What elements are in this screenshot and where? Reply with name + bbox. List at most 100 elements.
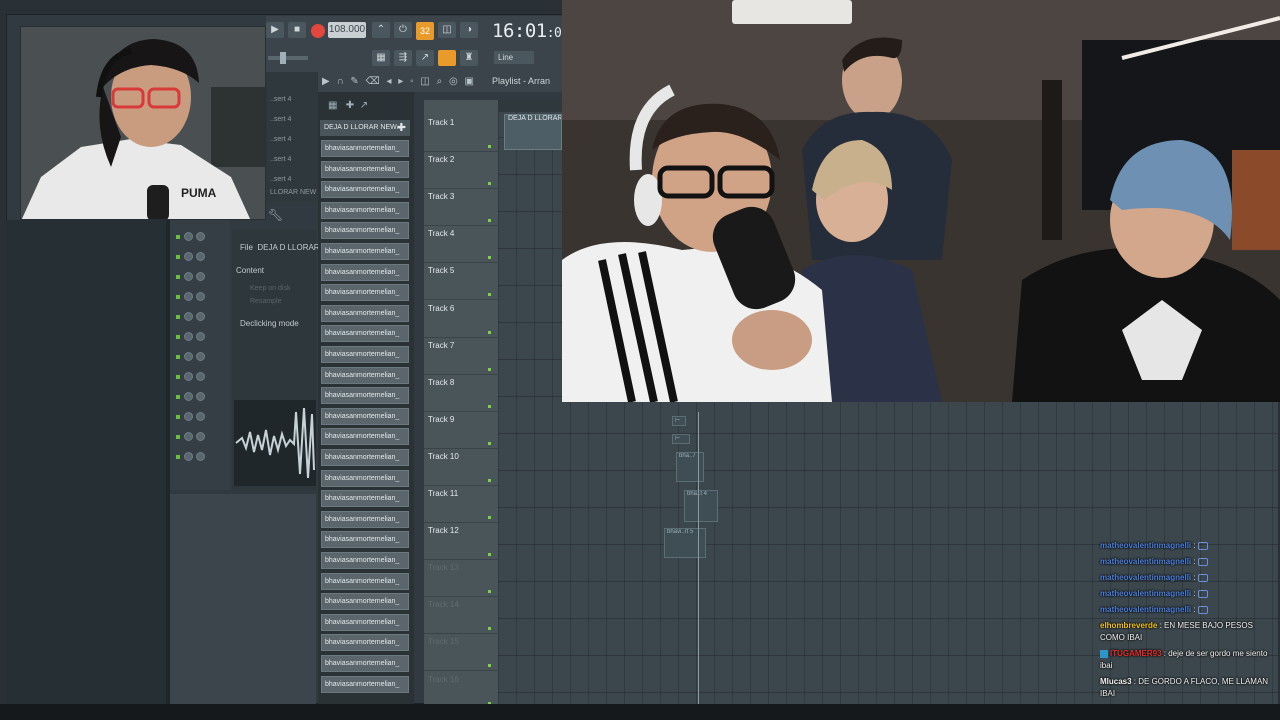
track-label[interactable]: Track 16 (428, 675, 459, 684)
pattern-item[interactable]: bhaviasanmortemelian_ (321, 552, 409, 569)
track-label[interactable]: Track 5 (428, 266, 454, 275)
audio-clip[interactable]: bhavi..rt 5 (664, 528, 706, 558)
channel-row[interactable] (176, 368, 226, 381)
pattern-item[interactable]: bhaviasanmortemelian_ (321, 284, 409, 302)
track-label[interactable]: Track 6 (428, 304, 454, 313)
play-button[interactable]: ▶ (266, 22, 284, 38)
channel-row[interactable] (176, 328, 226, 341)
chat-username[interactable]: matheovalentinmagnelli (1100, 573, 1191, 582)
pattern-item[interactable]: bhaviasanmortemelian_ (321, 469, 409, 487)
tempo-display[interactable]: 108.000 (328, 22, 366, 38)
pattern-item[interactable]: bhaviasanmortemelian_ (321, 449, 409, 466)
master-volume-slider[interactable] (268, 56, 308, 60)
stop-button[interactable]: ■ (288, 22, 306, 38)
track-label[interactable]: Track 1 (428, 118, 454, 127)
step-edit-button[interactable]: ◑ (460, 22, 478, 38)
channel-row[interactable] (176, 248, 226, 261)
pattern-item[interactable]: bhaviasanmortemelian_ (321, 181, 409, 199)
declicking-mode-select[interactable]: Declicking mode (240, 319, 299, 328)
volume-knob[interactable] (280, 52, 286, 64)
track-label[interactable]: Track 10 (428, 452, 459, 461)
pattern-item[interactable]: bhaviasanmortemelian_ (321, 304, 409, 322)
pattern-item[interactable]: bhaviasanmortemelian_ (321, 675, 409, 693)
channel-row[interactable] (176, 268, 226, 281)
wrench-icon[interactable]: 🔧︎ (268, 208, 283, 222)
audio-clip[interactable]: ⊢ (672, 416, 686, 426)
pattern-item[interactable]: bhaviasanmortemelian_ (321, 346, 409, 363)
piano-roll-button[interactable]: ▦ (372, 50, 390, 66)
track-led-icon[interactable] (488, 478, 491, 482)
audio-clip[interactable]: ⊢ (672, 434, 690, 444)
channel-row[interactable] (176, 428, 226, 441)
channel-row[interactable] (176, 288, 226, 301)
wait-input-button[interactable]: ⏻ (394, 22, 412, 38)
pattern-item[interactable]: bhaviasanmortemelian_ (321, 593, 409, 611)
track-label[interactable]: Track 2 (428, 155, 454, 164)
chat-username[interactable]: matheovalentinmagnelli (1100, 605, 1191, 614)
track-led-icon[interactable] (488, 330, 491, 334)
pattern-item[interactable]: bhaviasanmortemelian_ (321, 634, 409, 652)
loop-record-button[interactable]: ◫ (438, 22, 456, 38)
pattern-item[interactable]: bhaviasanmortemelian_ (321, 613, 409, 631)
track-led-icon[interactable] (488, 256, 491, 260)
channel-row[interactable] (176, 388, 226, 401)
track-label[interactable]: Track 14 (428, 600, 459, 609)
audio-clip[interactable]: DEJA D LLORAR (504, 114, 562, 150)
add-pattern-icon[interactable]: ✚ (397, 120, 406, 136)
track-label[interactable]: Track 7 (428, 341, 454, 350)
audio-clip[interactable]: bha..t 4 (684, 490, 718, 522)
pattern-item[interactable]: bhaviasanmortemelian_ (321, 325, 409, 343)
track-led-icon[interactable] (488, 367, 491, 371)
pattern-tools[interactable]: ▦ ✚ ↗ (328, 100, 368, 111)
pattern-item[interactable]: bhaviasanmortemelian_ (321, 243, 409, 260)
file-row[interactable]: File DEJA D LLORAR N (240, 243, 328, 252)
playlist-tools[interactable]: ▶ ∩ ✎ ⌫ ◂ ▸ ◦ ◫ ⌕ ◎ ▣ (322, 76, 476, 87)
metronome-button[interactable]: ⌃ (372, 22, 390, 38)
track-label[interactable]: Track 3 (428, 192, 454, 201)
chat-username[interactable]: ITUGAMER93 (1110, 649, 1162, 658)
pattern-item[interactable]: bhaviasanmortemelian_ (321, 222, 409, 240)
pattern-item[interactable]: bhaviasanmortemelian_ (321, 572, 409, 590)
audio-clip[interactable]: bha..7 (676, 452, 704, 482)
snap-mode-select[interactable]: Line (494, 51, 534, 64)
pattern-item[interactable]: bhaviasanmortemelian_ (321, 428, 409, 446)
browser-item[interactable]: ..sert 4 (270, 116, 291, 123)
plugin-picker-button[interactable]: ♜ (460, 50, 478, 66)
chat-username[interactable]: Mlucas3 (1100, 677, 1132, 686)
track-led-icon[interactable] (488, 516, 491, 519)
track-led-icon[interactable] (488, 664, 491, 668)
pattern-item[interactable]: bhaviasanmortemelian_ (321, 140, 409, 157)
track-led-icon[interactable] (488, 627, 491, 631)
track-led-icon[interactable] (488, 219, 491, 223)
track-led-icon[interactable] (488, 590, 491, 594)
track-label[interactable]: Track 11 (428, 489, 458, 498)
pattern-header[interactable]: DEJA D LLORAR NEW.. ✚ (320, 120, 410, 136)
channel-row[interactable] (176, 448, 226, 461)
chat-username[interactable]: matheovalentinmagnelli (1100, 557, 1191, 566)
snap-button[interactable]: ↗ (416, 50, 434, 66)
playhead[interactable] (698, 412, 699, 704)
track-led-icon[interactable] (488, 145, 491, 148)
pattern-item[interactable]: bhaviasanmortemelian_ (321, 531, 409, 549)
track-led-icon[interactable] (488, 293, 491, 297)
track-led-icon[interactable] (488, 404, 491, 408)
browser-item[interactable]: ..sert 4 (270, 96, 291, 103)
track-led-icon[interactable] (488, 441, 491, 445)
resample-option[interactable]: Resample (250, 298, 282, 305)
channel-row[interactable] (176, 308, 226, 321)
pattern-item[interactable]: bhaviasanmortemelian_ (321, 366, 409, 384)
pattern-item[interactable]: bhaviasanmortemelian_ (321, 407, 409, 425)
pattern-badge[interactable]: 32 (416, 22, 434, 40)
timeline-ruler[interactable] (498, 100, 562, 112)
track-label[interactable]: Track 15 (428, 637, 459, 646)
browser-item[interactable]: ..sert 4 (270, 176, 291, 183)
chat-username[interactable]: matheovalentinmagnelli (1100, 589, 1191, 598)
chat-username[interactable]: matheovalentinmagnelli (1100, 541, 1191, 550)
pattern-item[interactable]: bhaviasanmortemelian_ (321, 655, 409, 672)
channel-row[interactable] (176, 348, 226, 361)
link-button[interactable] (438, 50, 456, 66)
track-label[interactable]: Track 13 (428, 563, 459, 572)
track-label[interactable]: Track 9 (428, 415, 454, 424)
chat-username[interactable]: elhombreverde (1100, 621, 1157, 630)
pattern-item[interactable]: bhaviasanmortemelian_ (321, 490, 409, 508)
